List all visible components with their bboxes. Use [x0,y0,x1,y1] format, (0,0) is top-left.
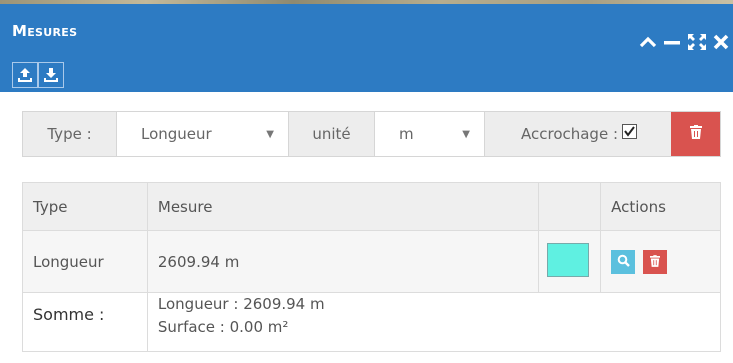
column-header-mesure: Mesure [146,182,540,231]
column-header-actions: Actions [600,182,721,231]
color-swatch[interactable] [547,242,590,277]
table-row: Longueur 2609.94 m [22,230,721,293]
summary-length: Longueur : 2609.94 m [157,295,325,313]
column-header-type: Type [22,182,148,231]
row-mesure: 2609.94 m [146,230,540,293]
delete-all-button[interactable] [671,112,720,156]
type-select[interactable]: Longueur ▼ [117,112,289,156]
collapse-button[interactable] [639,35,657,49]
summary-label-cell: Somme : [22,292,148,352]
delete-row-button[interactable] [642,249,667,274]
panel-title: Mesures [12,22,78,40]
column-header-color [538,182,602,231]
import-button[interactable] [12,62,38,88]
minimize-button[interactable] [663,35,681,49]
zoom-to-button[interactable] [611,249,636,274]
close-icon [713,34,729,50]
fullscreen-button[interactable] [687,33,707,51]
measure-toolbar: Type : Longueur ▼ unité m ▼ Accrochage : [22,111,721,157]
snap-group: Accrochage : [485,112,673,156]
upload-icon [17,67,33,83]
trash-icon [689,125,702,143]
summary-surface: Surface : 0.00 m² [157,318,289,336]
window-controls [639,32,729,52]
trash-icon [649,253,660,271]
row-actions [600,230,721,293]
snap-checkbox[interactable] [622,123,638,139]
unit-select-value: m [399,125,414,143]
snap-label: Accrochage : [520,125,619,143]
unit-select[interactable]: m ▼ [375,112,485,156]
unit-label: unité [289,112,375,156]
minus-icon [663,35,681,49]
row-color-cell [538,230,602,293]
type-label: Type : [23,112,117,156]
row-type: Longueur [22,230,148,293]
chevron-down-icon: ▼ [462,128,470,140]
summary-label: Somme : [33,305,105,324]
download-icon [43,67,59,83]
chevron-down-icon: ▼ [266,128,274,140]
chevron-up-icon [639,35,657,49]
close-button[interactable] [713,34,729,50]
summary-values: Longueur : 2609.94 m Surface : 0.00 m² [146,292,722,352]
search-icon [617,253,630,271]
export-button[interactable] [38,62,64,88]
table-header-row: Type Mesure Actions [22,182,721,231]
type-select-value: Longueur [141,125,212,143]
expand-icon [687,33,707,51]
measures-table: Type Mesure Actions Longueur 2609.94 m S… [22,182,722,352]
summary-row: Somme : Longueur : 2609.94 m Surface : 0… [22,292,722,352]
panel-header: Mesures [0,4,733,92]
